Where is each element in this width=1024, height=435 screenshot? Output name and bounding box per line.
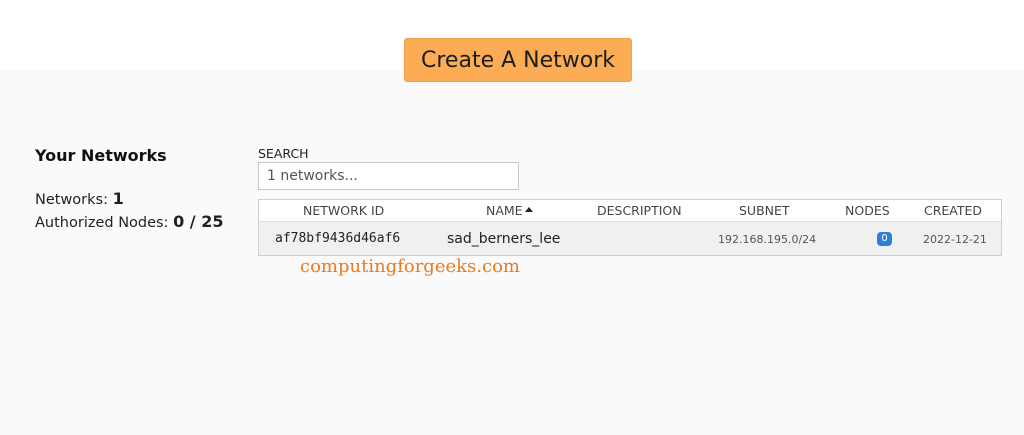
networks-count-stat: Networks: 1	[35, 189, 124, 208]
table-header: NETWORK ID NAME DESCRIPTION SUBNET NODES…	[259, 200, 1001, 222]
watermark-text: computingforgeeks.com	[300, 256, 520, 277]
column-header-name-label: NAME	[486, 203, 523, 218]
column-header-subnet[interactable]: SUBNET	[739, 203, 790, 218]
column-header-created[interactable]: CREATED	[924, 203, 982, 218]
search-input[interactable]	[258, 162, 519, 190]
network-name-cell[interactable]: sad_berners_lee	[447, 231, 560, 247]
nodes-count-badge: 0	[877, 232, 892, 246]
subnet-cell: 192.168.195.0/24	[718, 233, 817, 246]
networks-count-value: 1	[112, 189, 124, 208]
authorized-nodes-value: 0 / 25	[173, 212, 224, 231]
column-header-name[interactable]: NAME	[486, 203, 533, 218]
network-id-cell[interactable]: af78bf9436d46af6	[275, 231, 400, 246]
table-row[interactable]: af78bf9436d46af6 sad_berners_lee 192.168…	[259, 222, 1001, 255]
search-label: SEARCH	[258, 146, 309, 161]
networks-table: NETWORK ID NAME DESCRIPTION SUBNET NODES…	[258, 199, 1002, 256]
networks-count-label: Networks:	[35, 192, 108, 208]
column-header-network-id[interactable]: NETWORK ID	[303, 203, 384, 218]
column-header-description[interactable]: DESCRIPTION	[597, 203, 682, 218]
create-network-button[interactable]: Create A Network	[404, 38, 632, 82]
your-networks-title: Your Networks	[35, 146, 167, 165]
authorized-nodes-stat: Authorized Nodes: 0 / 25	[35, 212, 223, 231]
column-header-nodes[interactable]: NODES	[845, 203, 890, 218]
created-date-cell: 2022-12-21	[923, 233, 987, 246]
sort-ascending-icon	[524, 207, 533, 212]
authorized-nodes-label: Authorized Nodes:	[35, 215, 169, 231]
